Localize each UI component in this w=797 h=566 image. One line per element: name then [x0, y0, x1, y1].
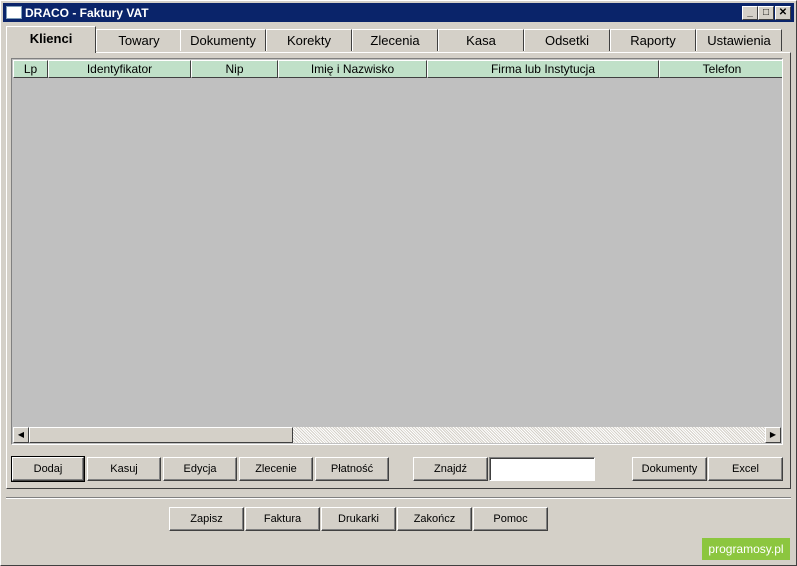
tab-klienci[interactable]: Klienci [6, 26, 96, 53]
tab-odsetki[interactable]: Odsetki [524, 29, 610, 51]
tab-zlecenia[interactable]: Zlecenia [352, 29, 438, 51]
zakoncz-button[interactable]: Zakończ [397, 507, 472, 531]
maximize-button[interactable]: □ [758, 6, 774, 20]
tab-towary[interactable]: Towary [96, 29, 182, 51]
tab-ustawienia[interactable]: Ustawienia [696, 29, 782, 51]
column-header-firma[interactable]: Firma lub Instytucja [427, 60, 659, 78]
excel-button[interactable]: Excel [708, 457, 783, 481]
separator [6, 497, 791, 499]
window-title: DRACO - Faktury VAT [25, 6, 149, 20]
zlecenie-button[interactable]: Zlecenie [239, 457, 313, 481]
tab-dokumenty[interactable]: Dokumenty [180, 29, 266, 51]
faktura-button[interactable]: Faktura [245, 507, 320, 531]
column-header-identyfikator[interactable]: Identyfikator [48, 60, 191, 78]
platnosc-button[interactable]: Płatność [315, 457, 389, 481]
tab-korekty[interactable]: Korekty [266, 29, 352, 51]
tab-raporty[interactable]: Raporty [610, 29, 696, 51]
watermark-logo: programosy.pl [702, 538, 790, 560]
pomoc-button[interactable]: Pomoc [473, 507, 548, 531]
scroll-thumb[interactable] [29, 427, 293, 443]
dodaj-button[interactable]: Dodaj [11, 456, 85, 482]
close-button[interactable]: ✕ [775, 6, 791, 20]
scroll-right-icon[interactable]: ▶ [765, 427, 781, 443]
table-header: Lp Identyfikator Nip Imię i Nazwisko Fir… [13, 60, 782, 78]
scroll-left-icon[interactable]: ◀ [13, 427, 29, 443]
column-header-lp[interactable]: Lp [13, 60, 48, 78]
column-header-imie-nazwisko[interactable]: Imię i Nazwisko [278, 60, 427, 78]
column-header-telefon[interactable]: Telefon [659, 60, 782, 78]
edycja-button[interactable]: Edycja [163, 457, 237, 481]
zapisz-button[interactable]: Zapisz [169, 507, 244, 531]
drukarki-button[interactable]: Drukarki [321, 507, 396, 531]
app-icon [6, 6, 22, 19]
title-bar[interactable]: DRACO - Faktury VAT _ □ ✕ [3, 3, 794, 22]
kasuj-button[interactable]: Kasuj [87, 457, 161, 481]
minimize-button[interactable]: _ [742, 6, 758, 20]
horizontal-scrollbar[interactable]: ◀ ▶ [13, 427, 781, 443]
search-input[interactable] [489, 457, 595, 481]
znajdz-button[interactable]: Znajdź [413, 457, 488, 481]
clients-table[interactable]: Lp Identyfikator Nip Imię i Nazwisko Fir… [11, 58, 783, 445]
tab-kasa[interactable]: Kasa [438, 29, 524, 51]
column-header-nip[interactable]: Nip [191, 60, 278, 78]
dokumenty-button[interactable]: Dokumenty [632, 457, 707, 481]
